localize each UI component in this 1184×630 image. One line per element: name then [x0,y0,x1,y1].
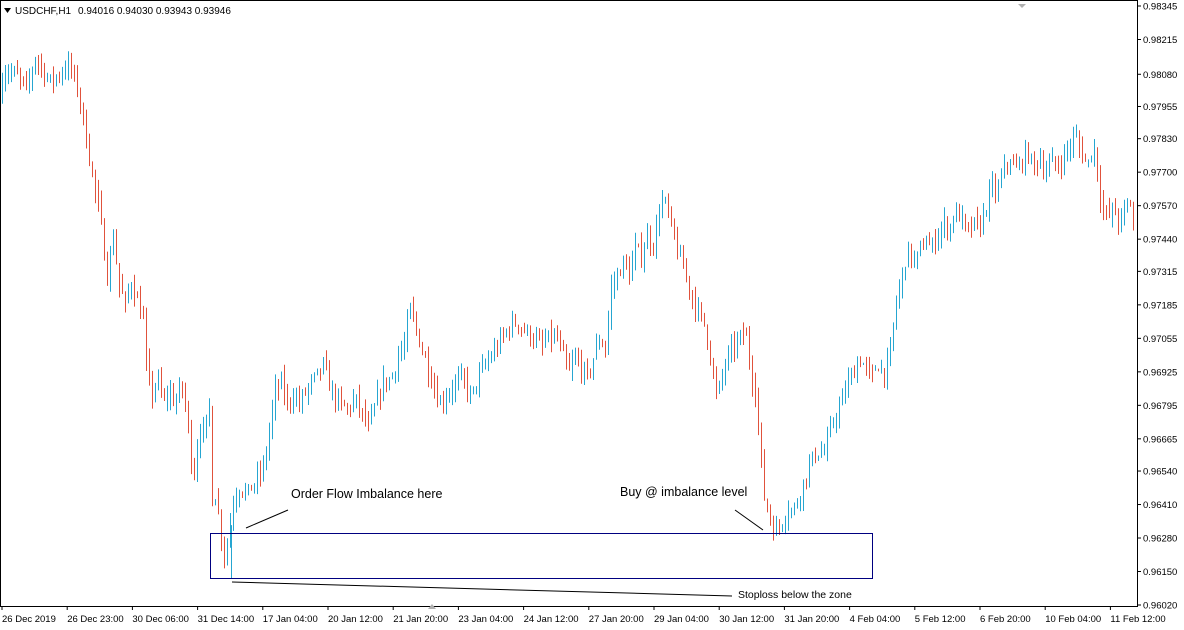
y-tick-label: 0.97185 [1143,300,1177,311]
chart-frame [0,0,1138,607]
scroll-marker-top-icon[interactable] [1018,4,1026,8]
y-tick-label: 0.98215 [1143,35,1177,46]
y-tick-label: 0.96540 [1143,467,1177,478]
x-tick-label: 26 Dec 23:00 [67,614,124,625]
x-tick-label: 20 Jan 12:00 [328,614,383,625]
y-tick-label: 0.98345 [1143,2,1177,13]
stoploss-callout-line [231,581,733,597]
y-tick-label: 0.97055 [1143,334,1177,345]
x-tick-label: 29 Jan 04:00 [654,614,709,625]
x-tick-label: 10 Feb 04:00 [1045,614,1101,625]
y-tick-label: 0.97700 [1143,168,1177,179]
x-tick-label: 23 Jan 04:00 [458,614,513,625]
y-tick-label: 0.96925 [1143,367,1177,378]
imbalance-callout-line [245,509,289,529]
y-tick-label: 0.96410 [1143,500,1177,511]
y-tick-label: 0.97570 [1143,201,1177,212]
y-tick-label: 0.98080 [1143,70,1177,81]
x-tick-label: 5 Feb 12:00 [915,614,966,625]
chart-quote: 0.94016 0.94030 0.93943 0.93946 [78,6,231,17]
y-tick-label: 0.96020 [1143,601,1177,612]
x-tick-label: 4 Feb 04:00 [850,614,901,625]
price-chart[interactable]: Order Flow Imbalance here Buy @ imbalanc… [0,0,1184,630]
imbalance-annotation: Order Flow Imbalance here [291,487,443,501]
y-tick-label: 0.96150 [1143,567,1177,578]
x-tick-label: 17 Jan 04:00 [263,614,318,625]
x-tick-label: 26 Dec 2019 [2,614,56,625]
y-tick-label: 0.96665 [1143,434,1177,445]
x-tick-label: 30 Jan 12:00 [719,614,774,625]
buy-annotation: Buy @ imbalance level [620,485,747,499]
y-tick-label: 0.97440 [1143,235,1177,246]
candlestick-series [2,51,1134,578]
time-axis: 26 Dec 2019 26 Dec 23:00 30 Dec 06:00 31 De… [1,606,1166,625]
stoploss-annotation: Stoploss below the zone [738,589,852,601]
x-tick-label: 31 Dec 14:00 [198,614,255,625]
x-tick-label: 24 Jan 12:00 [524,614,579,625]
y-tick-label: 0.96280 [1143,534,1177,545]
x-tick-label: 30 Dec 06:00 [132,614,189,625]
y-tick-label: 0.97315 [1143,267,1177,278]
y-tick-label: 0.97955 [1143,102,1177,113]
x-tick-label: 6 Feb 20:00 [980,614,1031,625]
y-tick-label: 0.96795 [1143,401,1177,412]
price-axis: 0.98345 0.98215 0.98080 0.97955 0.97830 0.977… [1137,2,1177,612]
buy-callout-line [734,509,764,531]
x-tick-label: 11 Feb 12:00 [1110,614,1165,625]
x-tick-label: 27 Jan 20:00 [589,614,644,625]
x-tick-label: 21 Jan 20:00 [393,614,448,625]
x-tick-label: 31 Jan 20:00 [784,614,839,625]
chart-symbol[interactable]: USDCHF,H1 [15,6,72,17]
symbol-dropdown-icon[interactable] [4,8,11,13]
y-tick-label: 0.97830 [1143,134,1177,145]
